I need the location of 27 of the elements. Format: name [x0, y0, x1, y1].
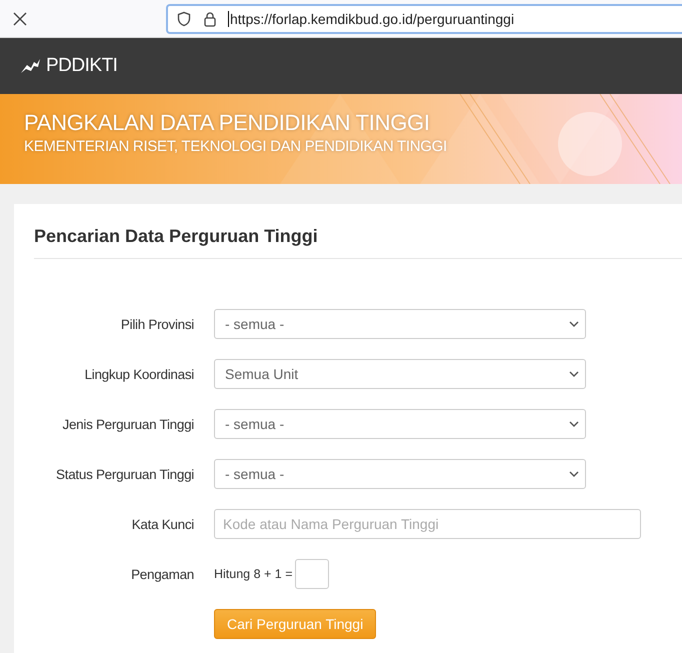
form-title: Pencarian Data Perguruan Tinggi	[34, 226, 318, 247]
captcha-question: Hitung 8 + 1 =	[214, 567, 293, 581]
captcha-input[interactable]	[294, 559, 329, 589]
close-icon[interactable]	[12, 10, 28, 26]
lock-icon	[202, 10, 218, 26]
url-text: https://forlap.kemdikbud.go.id/perguruantinggi	[228, 10, 514, 26]
keyword-input[interactable]: Kode atau Nama Perguruan Tinggi	[214, 509, 641, 539]
logo-icon[interactable]	[20, 57, 42, 75]
shield-icon	[176, 10, 192, 26]
chevron-down-icon	[569, 421, 579, 427]
chevron-down-icon	[569, 471, 579, 477]
chevron-down-icon	[569, 371, 579, 377]
banner-title: PANGKALAN DATA PENDIDIKAN TINGGI	[24, 110, 430, 136]
dropdown[interactable]: - semua -	[214, 409, 586, 439]
chevron-down-icon	[569, 321, 579, 327]
brand-name[interactable]: PDDIKTI	[46, 55, 118, 77]
address-bar[interactable]: https://forlap.kemdikbud.go.id/perguruantinggi	[166, 4, 682, 34]
banner-subtitle: KEMENTERIAN RISET, TEKNOLOGI DAN PENDIDIKAN TINGGI	[24, 138, 447, 155]
field-label: Kata Kunci	[130, 516, 194, 532]
field-label: Jenis Perguruan Tinggi	[62, 416, 194, 432]
dropdown[interactable]: - semua -	[214, 459, 586, 489]
field-label: Status Perguruan Tinggi	[55, 466, 194, 482]
field-label: Lingkup Koordinasi	[84, 366, 194, 382]
field-label: Pilih Provinsi	[120, 316, 194, 332]
dropdown[interactable]: - semua -	[214, 309, 586, 339]
dropdown[interactable]: Semua Unit	[214, 359, 586, 389]
field-label: Pengaman	[130, 566, 194, 582]
